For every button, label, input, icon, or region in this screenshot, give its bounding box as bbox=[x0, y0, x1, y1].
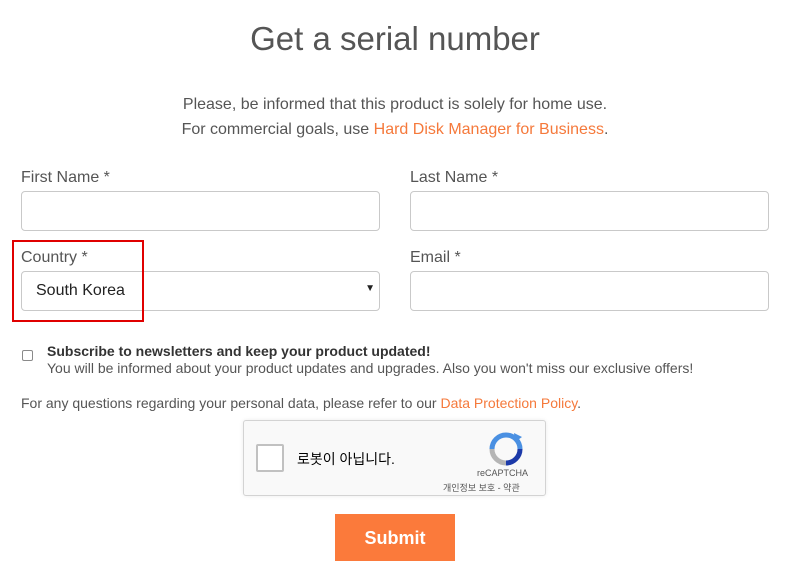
recaptcha-widget: 로봇이 아닙니다. reCAPTCHA 개인정보 보호 - 약관 bbox=[243, 420, 546, 496]
recaptcha-brand: reCAPTCHA bbox=[477, 468, 529, 478]
subscribe-title: Subscribe to newsletters and keep your p… bbox=[47, 343, 431, 359]
last-name-field[interactable] bbox=[410, 191, 769, 231]
intro-line-2: For commercial goals, use Hard Disk Mana… bbox=[0, 117, 790, 142]
privacy-suffix: . bbox=[577, 395, 582, 411]
page-title: Get a serial number bbox=[250, 20, 540, 57]
first-name-label: First Name * bbox=[21, 169, 110, 186]
subscribe-description: You will be informed about your product … bbox=[47, 360, 694, 376]
subscribe-checkbox[interactable] bbox=[22, 350, 33, 361]
last-name-label: Last Name * bbox=[410, 169, 499, 186]
data-protection-policy-link[interactable]: Data Protection Policy bbox=[440, 395, 577, 411]
recaptcha-checkbox[interactable] bbox=[256, 444, 284, 472]
hard-disk-manager-link[interactable]: Hard Disk Manager for Business bbox=[374, 121, 604, 138]
country-highlight-box bbox=[12, 240, 144, 322]
privacy-notice: For any questions regarding your persona… bbox=[21, 395, 581, 411]
intro-line-2-prefix: For commercial goals, use bbox=[181, 121, 374, 138]
recaptcha-logo-icon bbox=[489, 432, 523, 466]
recaptcha-label: 로봇이 아닙니다. bbox=[297, 451, 395, 467]
email-field[interactable] bbox=[410, 271, 769, 311]
first-name-field[interactable] bbox=[21, 191, 380, 231]
email-label: Email * bbox=[410, 249, 461, 266]
recaptcha-links[interactable]: 개인정보 보호 - 약관 bbox=[443, 481, 520, 494]
intro-line-2-suffix: . bbox=[603, 121, 609, 138]
submit-button[interactable]: Submit bbox=[335, 514, 455, 561]
intro-text: Please, be informed that this product is… bbox=[0, 92, 790, 142]
privacy-prefix: For any questions regarding your persona… bbox=[21, 395, 441, 411]
intro-line-1: Please, be informed that this product is… bbox=[182, 96, 608, 113]
dropdown-caret-icon: ▼ bbox=[365, 283, 375, 294]
